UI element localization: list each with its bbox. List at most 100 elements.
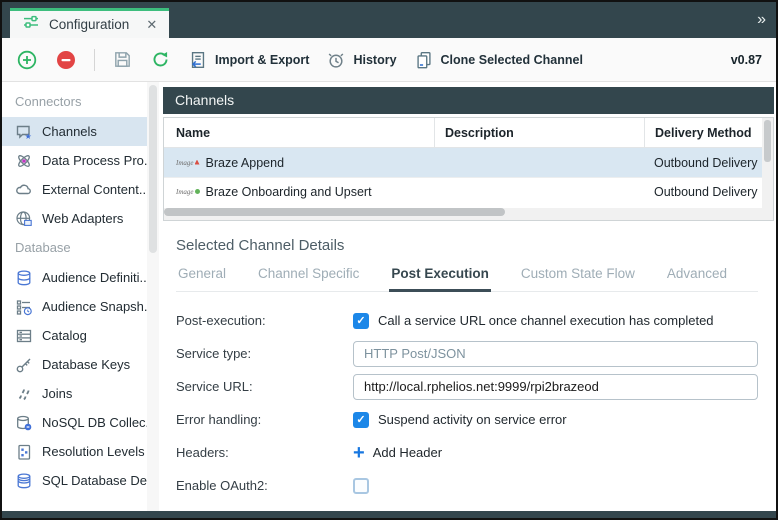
- tab-general[interactable]: General: [176, 266, 228, 291]
- service-url-input[interactable]: [353, 374, 758, 400]
- sidebar-item-database-keys[interactable]: Database Keys: [2, 350, 147, 379]
- add-header-button[interactable]: + Add Header: [353, 445, 442, 461]
- history-clock-icon: [326, 50, 346, 70]
- import-export-icon: [188, 50, 208, 70]
- resolution-levels-icon: [15, 443, 33, 461]
- refresh-icon: [150, 49, 171, 70]
- chevrons-right-icon[interactable]: »: [757, 11, 764, 29]
- cloud-icon: [15, 181, 33, 199]
- sidebar-section-connectors: Connectors: [2, 87, 147, 117]
- channel-name: Braze Append: [206, 156, 285, 170]
- tab-custom-state-flow[interactable]: Custom State Flow: [519, 266, 637, 291]
- service-url-label: Service URL:: [176, 379, 353, 394]
- channel-name: Braze Onboarding and Upsert: [206, 185, 372, 199]
- save-button[interactable]: [112, 49, 133, 70]
- headers-label: Headers:: [176, 445, 353, 460]
- broken-image-icon: [195, 189, 200, 194]
- chat-star-icon: ★: [15, 123, 33, 141]
- channel-delivery-method: Outbound Delivery: [644, 156, 773, 170]
- channels-table: Name Description Delivery Method Image B…: [163, 117, 774, 221]
- service-type-label: Service type:: [176, 346, 353, 361]
- tab-post-execution[interactable]: Post Execution: [389, 266, 491, 292]
- table-horizontal-scrollbar[interactable]: [164, 208, 773, 220]
- clone-channel-button[interactable]: Clone Selected Channel: [414, 50, 583, 70]
- column-header-delivery-method[interactable]: Delivery Method: [644, 118, 773, 147]
- channel-logo-placeholder: Image: [176, 188, 200, 196]
- sidebar-item-audience-definitions[interactable]: Audience Definiti...: [2, 263, 147, 292]
- history-button[interactable]: History: [326, 50, 396, 70]
- channel-logo-placeholder: Image: [176, 159, 200, 167]
- error-handling-checkbox-label: Suspend activity on service error: [378, 412, 567, 427]
- plus-circle-icon: [16, 49, 38, 71]
- sliders-icon: [22, 13, 40, 36]
- configuration-window: Configuration ✕ »: [0, 0, 778, 520]
- error-handling-checkbox[interactable]: ✓: [353, 412, 369, 428]
- main-panel: Channels Name Description Delivery Metho…: [159, 82, 776, 511]
- clone-icon: [414, 50, 434, 70]
- details-title: Selected Channel Details: [176, 237, 758, 254]
- post-execution-checkbox-label: Call a service URL once channel executio…: [378, 313, 714, 328]
- window-bottom-edge: [2, 511, 776, 518]
- tab-advanced[interactable]: Advanced: [665, 266, 729, 291]
- post-execution-checkbox[interactable]: ✓: [353, 313, 369, 329]
- broken-image-icon: [195, 160, 200, 165]
- sidebar-item-external-content[interactable]: External Content...: [2, 175, 147, 204]
- error-handling-label: Error handling:: [176, 412, 353, 427]
- tab-configuration[interactable]: Configuration ✕: [10, 8, 169, 38]
- tab-channel-specific[interactable]: Channel Specific: [256, 266, 361, 291]
- add-header-label: Add Header: [373, 445, 442, 460]
- channels-panel-header: Channels: [163, 87, 774, 114]
- table-row[interactable]: Image Braze Onboarding and Upsert Outbou…: [164, 177, 773, 206]
- plus-icon: +: [353, 445, 365, 461]
- channel-delivery-method: Outbound Delivery: [644, 185, 773, 199]
- atom-icon: [15, 152, 33, 170]
- table-vertical-scrollbar-thumb[interactable]: [764, 120, 771, 162]
- add-button[interactable]: [16, 49, 38, 71]
- import-export-label: Import & Export: [215, 53, 309, 67]
- sidebar-item-audience-snapshots[interactable]: Audience Snapsh...: [2, 292, 147, 321]
- tab-title: Configuration: [49, 17, 129, 32]
- toolbar: Import & Export History Clone: [2, 38, 776, 82]
- table-row[interactable]: Image Braze Append Outbound Delivery: [164, 148, 773, 177]
- sidebar-item-channels[interactable]: ★ Channels: [2, 117, 147, 146]
- save-icon: [112, 49, 133, 70]
- table-horizontal-scrollbar-thumb[interactable]: [164, 208, 505, 216]
- sidebar-item-joins[interactable]: Joins: [2, 379, 147, 408]
- sidebar-item-sql-database-definitions[interactable]: SQL Database De...: [2, 466, 147, 495]
- enable-oauth2-label: Enable OAuth2:: [176, 478, 353, 493]
- nosql-database-icon: [15, 414, 33, 432]
- sidebar-item-catalog[interactable]: Catalog: [2, 321, 147, 350]
- sidebar-scrollbar[interactable]: [147, 82, 159, 511]
- content-area: Connectors ★ Channels Data Process Pro..…: [2, 82, 776, 511]
- check-icon: ✓: [356, 413, 365, 426]
- post-execution-label: Post-execution:: [176, 313, 353, 328]
- channels-panel-title: Channels: [175, 92, 234, 108]
- database-icon: [15, 269, 33, 287]
- enable-oauth2-checkbox[interactable]: [353, 478, 369, 494]
- sidebar-item-nosql-db-collections[interactable]: NoSQL DB Collec...: [2, 408, 147, 437]
- key-icon: [15, 356, 33, 374]
- column-header-name[interactable]: Name: [164, 126, 434, 140]
- check-icon: ✓: [356, 314, 365, 327]
- clone-label: Clone Selected Channel: [441, 53, 583, 67]
- remove-button[interactable]: [55, 49, 77, 71]
- sidebar-item-data-process-projects[interactable]: Data Process Pro...: [2, 146, 147, 175]
- refresh-button[interactable]: [150, 49, 171, 70]
- post-execution-form: Post-execution: ✓ Call a service URL onc…: [176, 304, 758, 502]
- sidebar-item-web-adapters[interactable]: Web Adapters: [2, 204, 147, 233]
- details-tabs: General Channel Specific Post Execution …: [176, 266, 758, 292]
- column-header-description[interactable]: Description: [434, 118, 644, 147]
- close-icon[interactable]: ✕: [146, 17, 157, 33]
- sidebar-scrollbar-thumb[interactable]: [149, 85, 157, 253]
- window-topbar: Configuration ✕ »: [2, 2, 776, 38]
- sidebar-item-resolution-levels[interactable]: Resolution Levels: [2, 437, 147, 466]
- table-vertical-scrollbar[interactable]: [762, 118, 773, 208]
- sql-database-icon: [15, 472, 33, 490]
- list-clock-icon: [15, 298, 33, 316]
- service-type-input[interactable]: [353, 341, 758, 367]
- import-export-button[interactable]: Import & Export: [188, 50, 309, 70]
- minus-circle-icon: [55, 49, 77, 71]
- selected-channel-details: Selected Channel Details General Channel…: [163, 221, 774, 511]
- globe-icon: [15, 210, 33, 228]
- history-label: History: [353, 53, 396, 67]
